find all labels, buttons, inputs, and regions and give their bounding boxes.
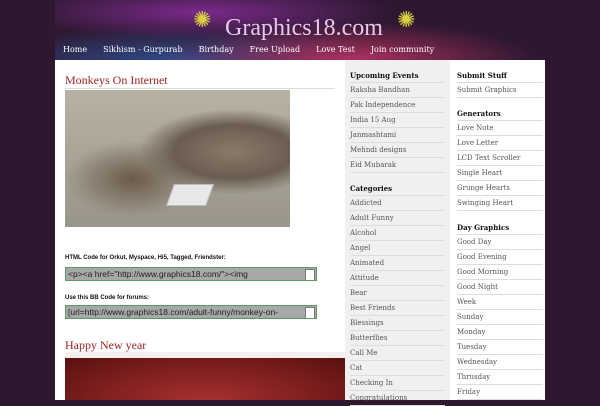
category-link[interactable]: Butterflies: [350, 331, 445, 346]
category-link[interactable]: Checking In: [350, 376, 445, 391]
nav-sikhism[interactable]: Sikhism - Gurpurab: [103, 45, 182, 54]
nav-birthday[interactable]: Birthday: [199, 45, 234, 54]
day-link[interactable]: Week: [457, 295, 543, 310]
category-link[interactable]: Alcohol: [350, 226, 445, 241]
submit-graphics-link[interactable]: Submit Graphics: [457, 83, 543, 98]
category-link[interactable]: Blessings: [350, 316, 445, 331]
generator-link[interactable]: Love Note: [457, 121, 543, 136]
post-title[interactable]: Monkeys On Internet: [65, 73, 168, 88]
main-content: Monkeys On Internet HTML Code for Orkut,…: [55, 60, 345, 400]
submit-section: Submit Stuff Submit Graphics: [457, 68, 543, 98]
day-graphics-section: Day Graphics Good Day Good Evening Good …: [457, 220, 543, 400]
firework-icon: ✺: [193, 8, 212, 33]
event-link[interactable]: Raksha Bandhan: [350, 83, 445, 98]
category-link[interactable]: Bear: [350, 286, 445, 301]
event-link[interactable]: Eid Mubarak: [350, 158, 445, 173]
monkeys-image[interactable]: [65, 90, 290, 227]
new-year-image[interactable]: [65, 352, 345, 400]
upcoming-events-section: Upcoming Events Raksha Bandhan Pak Indep…: [350, 68, 445, 173]
day-link[interactable]: Good Morning: [457, 265, 543, 280]
nav-join-community[interactable]: Join community: [371, 45, 434, 54]
day-link[interactable]: Friday: [457, 385, 543, 400]
laptop-shape: [165, 184, 215, 206]
category-link[interactable]: Attitude: [350, 271, 445, 286]
day-link[interactable]: Wednesday: [457, 355, 543, 370]
section-heading: Generators: [457, 106, 543, 121]
day-link[interactable]: Good Evening: [457, 250, 543, 265]
site-logo[interactable]: Graphics18.com: [225, 15, 383, 42]
category-link[interactable]: Addicted: [350, 196, 445, 211]
site-header: ✺ Graphics18.com ✺ Home Sikhism - Gurpur…: [55, 0, 545, 60]
generator-link[interactable]: Grunge Hearts: [457, 181, 543, 196]
divider: [65, 88, 335, 89]
day-link[interactable]: Thrusday: [457, 370, 543, 385]
category-link[interactable]: Angel: [350, 241, 445, 256]
day-link[interactable]: Sunday: [457, 310, 543, 325]
categories-section: Categories Addicted Adult Funny Alcohol …: [350, 181, 445, 406]
nav-free-upload[interactable]: Free Upload: [250, 45, 301, 54]
category-link[interactable]: Adult Funny: [350, 211, 445, 226]
sidebar-right: Submit Stuff Submit Graphics Generators …: [450, 60, 545, 400]
category-link[interactable]: Best Friends: [350, 301, 445, 316]
generator-link[interactable]: Single Heart: [457, 166, 543, 181]
generators-section: Generators Love Note Love Letter LCD Tex…: [457, 106, 543, 211]
section-heading: Submit Stuff: [457, 68, 543, 83]
firework-icon: ✺: [397, 8, 416, 33]
day-link[interactable]: Tuesday: [457, 340, 543, 355]
category-link[interactable]: Congratulations: [350, 391, 445, 406]
post2-title[interactable]: Happy New year: [65, 338, 146, 353]
section-heading: Upcoming Events: [350, 68, 445, 83]
main-nav: Home Sikhism - Gurpurab Birthday Free Up…: [63, 45, 434, 54]
category-link[interactable]: Animated: [350, 256, 445, 271]
category-link[interactable]: Cat: [350, 361, 445, 376]
event-link[interactable]: Janmashtami: [350, 128, 445, 143]
section-heading: Day Graphics: [457, 220, 543, 235]
generator-link[interactable]: LCD Text Scroller: [457, 151, 543, 166]
section-heading: Categories: [350, 181, 445, 196]
nav-love-test[interactable]: Love Test: [316, 45, 355, 54]
bb-code-label: Use this BB Code for forums:: [65, 295, 150, 301]
category-link[interactable]: Call Me: [350, 346, 445, 361]
sidebar-left: Upcoming Events Raksha Bandhan Pak Indep…: [345, 60, 450, 406]
bb-code-textarea[interactable]: [url=http://www.graphics18.com/adult-fun…: [65, 305, 317, 319]
event-link[interactable]: Pak Independence: [350, 98, 445, 113]
html-code-textarea[interactable]: <p><a href="http://www.graphics18.com/">…: [65, 267, 317, 281]
event-link[interactable]: India 15 Aug: [350, 113, 445, 128]
html-code-label: HTML Code for Orkut, Myspace, Hi5, Tagge…: [65, 255, 226, 261]
day-link[interactable]: Good Night: [457, 280, 543, 295]
day-link[interactable]: Monday: [457, 325, 543, 340]
generator-link[interactable]: Swinging Heart: [457, 196, 543, 211]
event-link[interactable]: Mehndi designs: [350, 143, 445, 158]
nav-home[interactable]: Home: [63, 45, 87, 54]
day-link[interactable]: Good Day: [457, 235, 543, 250]
generator-link[interactable]: Love Letter: [457, 136, 543, 151]
